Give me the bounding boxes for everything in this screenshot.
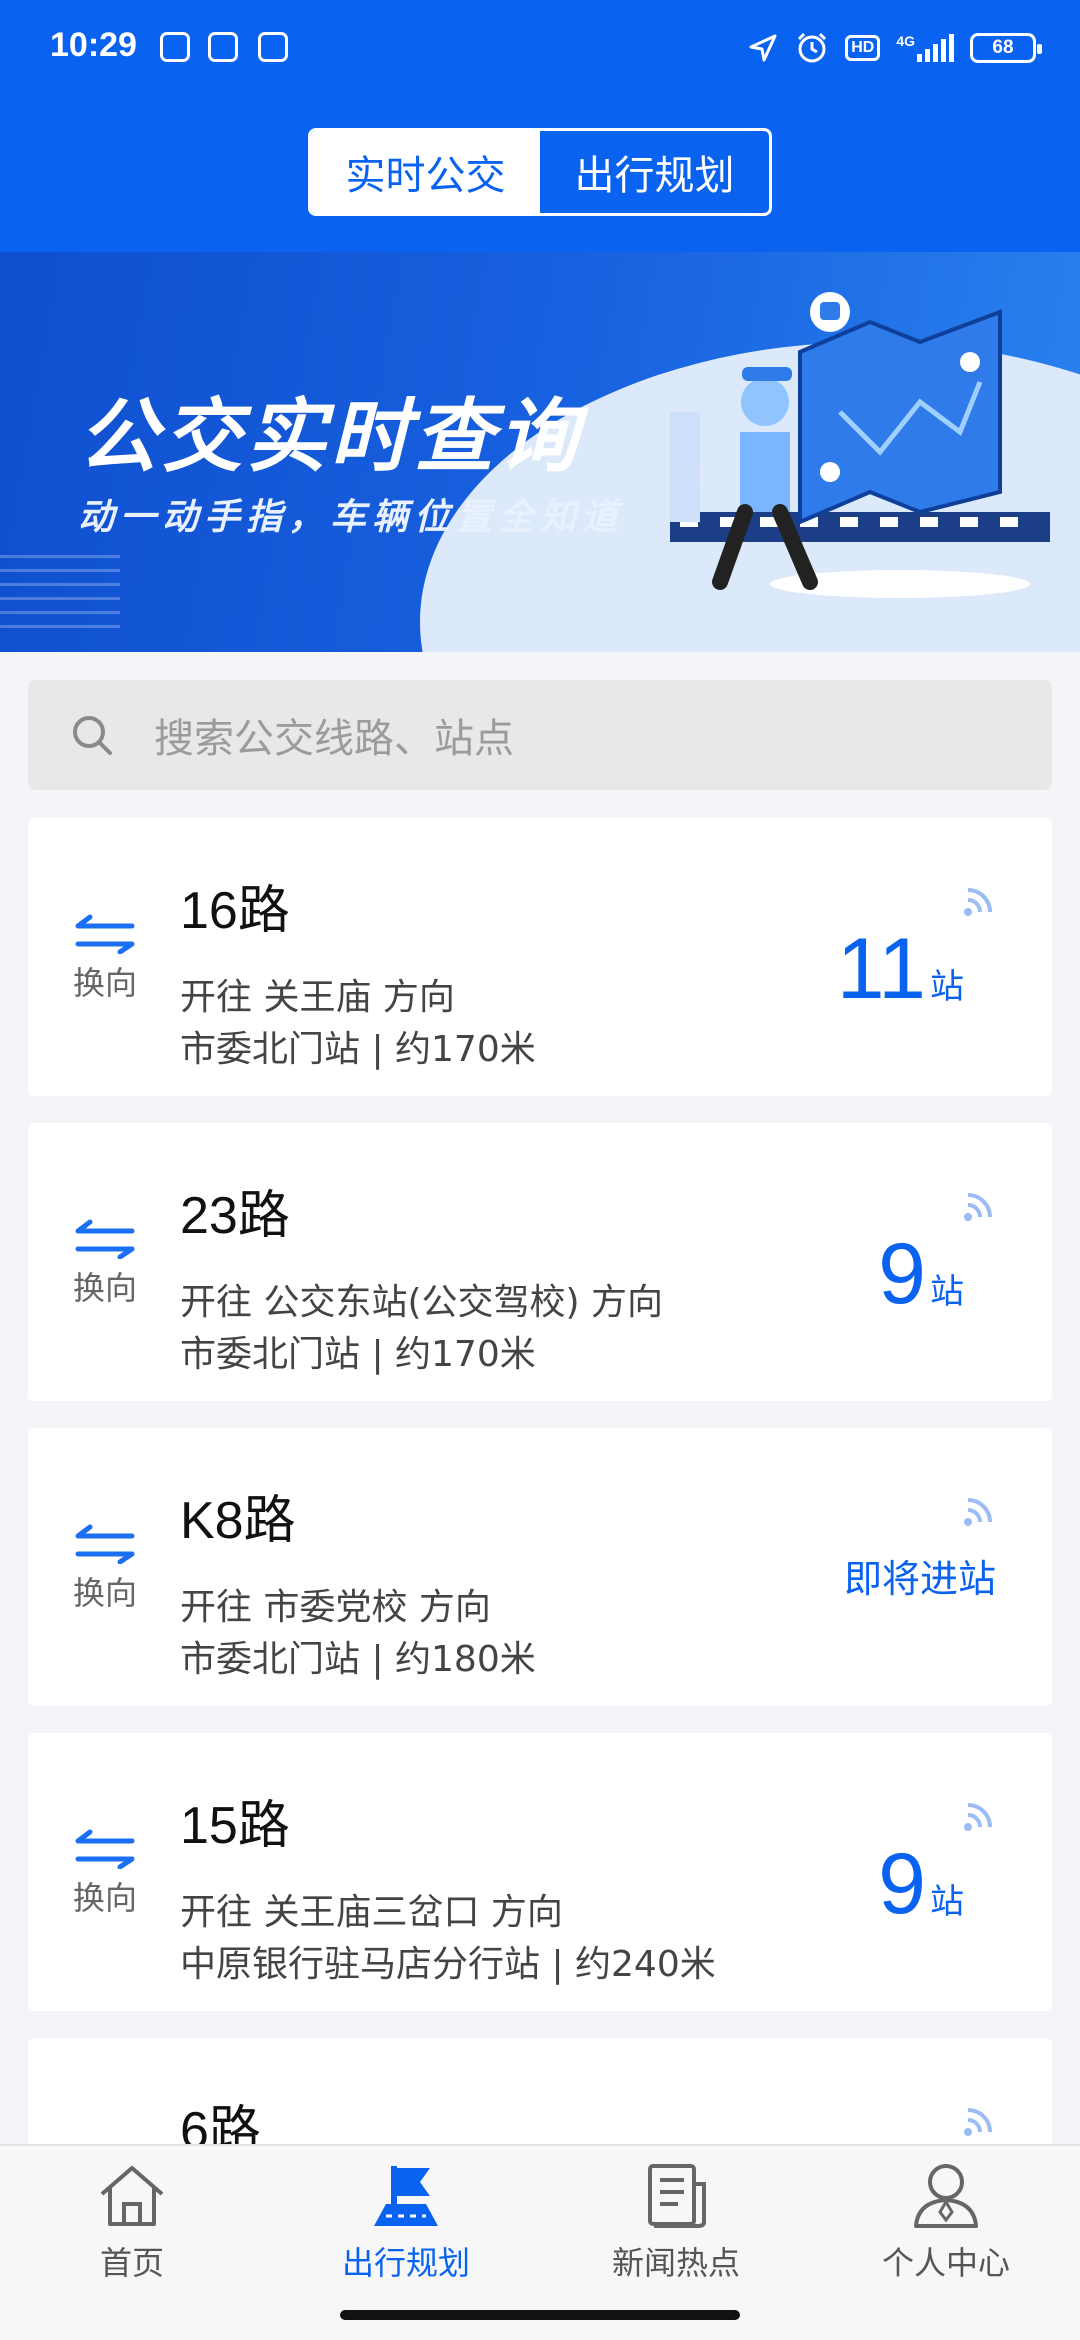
nearest-stop: 中原银行驻马店分行站 | 约240米	[180, 1944, 716, 1985]
banner-illustration	[670, 292, 1050, 598]
realtime-signal-icon	[964, 1803, 992, 1831]
realtime-signal-icon	[964, 1498, 992, 1526]
swap-label: 换向	[72, 964, 137, 1002]
swap-direction-button[interactable]: 换向	[70, 914, 140, 1004]
user-icon	[914, 2164, 978, 2228]
arrival-estimate: 9 站	[878, 1231, 964, 1317]
nearest-stop: 市委北门站 | 约170米	[180, 1029, 536, 1070]
bus-route-card[interactable]: 换向 15路 开往 关王庙三岔口 方向 中原银行驻马店分行站 | 约240米 9…	[28, 1733, 1052, 2011]
swap-label: 换向	[72, 1574, 137, 1612]
tab-realtime-bus[interactable]: 实时公交	[311, 131, 540, 213]
swap-direction-button[interactable]: 换向	[70, 1829, 140, 1919]
bus-route-card[interactable]: 换向 16路 开往 关王庙 方向 市委北门站 | 约170米 11 站	[28, 818, 1052, 1096]
swap-direction-button[interactable]: 换向	[70, 1524, 140, 1614]
nav-news[interactable]: 新闻热点	[576, 2160, 776, 2284]
stops-unit: 站	[930, 967, 964, 1007]
nearest-stop: 市委北门站 | 约180米	[180, 1639, 536, 1680]
status-bar: 10:29 HD 4G 68	[0, 0, 1080, 96]
tab-switcher: 实时公交 出行规划	[308, 128, 772, 216]
alarm-icon	[798, 32, 827, 63]
banner-title: 公交实时查询	[78, 390, 582, 483]
route-direction: 开往 市委党校 方向	[180, 1587, 491, 1628]
search-placeholder: 搜索公交线路、站点	[154, 716, 514, 762]
status-time: 10:29	[50, 26, 137, 64]
stops-away-count: 9	[878, 1226, 926, 1322]
promo-banner[interactable]: 公交实时查询 动一动手指，车辆位置全知道	[0, 252, 1080, 652]
home-icon	[100, 2166, 164, 2226]
realtime-signal-icon	[964, 2108, 992, 2136]
nav-label: 新闻热点	[611, 2244, 740, 2282]
banner-decoration	[0, 548, 120, 628]
search-input[interactable]: 搜索公交线路、站点	[28, 680, 1052, 790]
route-name: 15路	[180, 1797, 290, 1855]
swap-direction-button[interactable]: 换向	[70, 1219, 140, 1309]
route-direction: 开往 关王庙三岔口 方向	[180, 1892, 563, 1933]
route-name: 23路	[180, 1187, 290, 1245]
arrival-estimate: 9 站	[878, 1841, 964, 1927]
route-direction: 开往 公交东站(公交驾校) 方向	[180, 1282, 663, 1323]
app-notification-icon	[208, 32, 238, 62]
stops-away-count: 11	[836, 921, 926, 1017]
swap-label: 换向	[72, 1879, 137, 1917]
bus-route-card[interactable]: 换向 23路 开往 公交东站(公交驾校) 方向 市委北门站 | 约170米 9 …	[28, 1123, 1052, 1401]
nav-label: 出行规划	[341, 2244, 470, 2282]
swap-direction-icon	[75, 1219, 135, 1259]
route-name: K8路	[180, 1492, 296, 1550]
nav-profile[interactable]: 个人中心	[846, 2160, 1046, 2284]
arriving-status: 即将进站	[843, 1557, 996, 1601]
route-direction: 开往 关王庙 方向	[180, 977, 455, 1018]
bus-route-card[interactable]: 6路	[28, 2038, 1052, 2144]
route-name: 16路	[180, 882, 290, 940]
stops-away-count: 9	[878, 1836, 926, 1932]
stops-unit: 站	[930, 1272, 964, 1312]
tab-trip-planning[interactable]: 出行规划	[540, 131, 769, 213]
nearest-stop: 市委北门站 | 约170米	[180, 1334, 536, 1375]
status-icons: HD 4G 68	[747, 26, 1042, 70]
flag-icon	[374, 2166, 438, 2226]
arrival-estimate: 11 站	[837, 926, 964, 1012]
swap-direction-icon	[75, 1524, 135, 1564]
nav-trip-planning[interactable]: 出行规划	[306, 2160, 506, 2284]
stops-unit: 站	[930, 1882, 964, 1922]
realtime-signal-icon	[964, 888, 992, 916]
hd-badge: HD	[845, 35, 881, 61]
header: 10:29 HD 4G 68 实时公交 出行规划	[0, 0, 1080, 252]
nav-home[interactable]: 首页	[32, 2160, 232, 2284]
signal-icon: 4G	[896, 34, 954, 62]
banner-subtitle: 动一动手指，车辆位置全知道	[78, 497, 625, 538]
network-type: 4G	[896, 33, 915, 49]
app-notification-icon	[160, 32, 190, 62]
battery-icon: 68	[970, 33, 1042, 63]
realtime-signal-icon	[964, 1193, 992, 1221]
swap-label: 换向	[72, 1269, 137, 1307]
route-name: 6路	[180, 2102, 261, 2144]
battery-level: 68	[992, 37, 1014, 58]
app-notification-icon	[258, 32, 288, 62]
nav-label: 个人中心	[881, 2244, 1010, 2282]
home-indicator[interactable]	[340, 2310, 740, 2320]
search-icon	[73, 716, 112, 755]
nav-label: 首页	[99, 2244, 164, 2282]
news-icon	[648, 2164, 706, 2228]
bus-route-card[interactable]: 换向 K8路 开往 市委党校 方向 市委北门站 | 约180米 即将进站	[28, 1428, 1052, 1706]
location-icon	[749, 34, 777, 62]
swap-direction-icon	[75, 1829, 135, 1869]
swap-direction-icon	[75, 914, 135, 954]
